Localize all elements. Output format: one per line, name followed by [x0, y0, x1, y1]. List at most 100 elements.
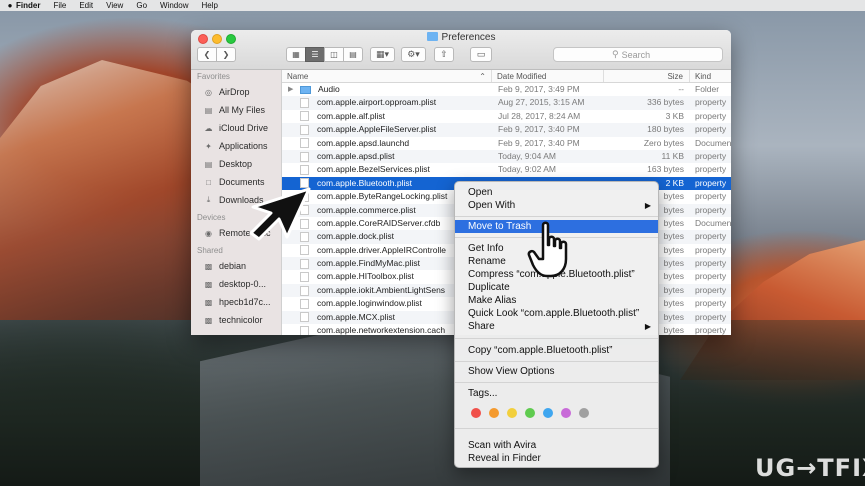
arrange-button[interactable]: ▦▾	[370, 47, 395, 62]
menu-finder[interactable]: Finder	[16, 1, 40, 10]
menu-window[interactable]: Window	[160, 1, 188, 10]
file-icon	[300, 165, 309, 176]
file-date: Feb 9, 2017, 3:40 PM	[498, 137, 580, 148]
icon-view-button[interactable]: ▦	[286, 47, 306, 62]
action-button[interactable]: ⚙▾	[401, 47, 426, 62]
column-view-button[interactable]: ◫	[324, 47, 344, 62]
file-icon	[300, 124, 309, 135]
cover-flow-icon: ▤	[349, 50, 357, 59]
file-name: com.apple.apsd.plist	[317, 150, 395, 161]
sidebar-item-all-my-files[interactable]: ▤ All My Files	[191, 101, 281, 119]
apple-menu-icon[interactable]: ●	[4, 1, 16, 10]
file-icon	[300, 111, 309, 122]
computer-icon: ▩	[204, 261, 213, 271]
file-size: 11 KB	[661, 150, 684, 161]
menu-item-share[interactable]: Share ▶	[455, 320, 658, 333]
table-row[interactable]: com.apple.alf.plist Jul 28, 2017, 8:24 AM…	[282, 110, 731, 123]
documents-icon: □	[206, 177, 211, 187]
column-header-row: Name ⌃ Date Modified Size Kind	[282, 70, 731, 83]
tags-button[interactable]: ▭	[470, 47, 492, 62]
file-name: com.apple.ByteRangeLocking.plist	[317, 191, 448, 202]
table-row[interactable]: com.apple.apsd.launchd Feb 9, 2017, 3:40 …	[282, 137, 731, 150]
sidebar-item-label: iCloud Drive	[219, 123, 269, 133]
menu-item-open-with[interactable]: Open With ▶	[455, 199, 658, 212]
hand-cursor-icon	[527, 221, 568, 278]
tag-color-dot[interactable]	[561, 408, 571, 418]
back-button[interactable]: ❮	[197, 47, 217, 62]
menu-item-reveal-in-finder[interactable]: Reveal in Finder	[455, 452, 658, 465]
chevron-left-icon: ❮	[203, 50, 211, 59]
table-row[interactable]: ▶ Audio Feb 9, 2017, 3:49 PM -- Folder	[282, 83, 731, 96]
menu-item-open[interactable]: Open	[455, 186, 658, 199]
menu-go[interactable]: Go	[136, 1, 147, 10]
menu-item-tags[interactable]: Tags...	[455, 387, 658, 400]
menu-edit[interactable]: Edit	[79, 1, 93, 10]
tag-color-dots	[471, 408, 597, 418]
file-size: 336 bytes	[647, 97, 684, 108]
all-files-icon: ▤	[204, 105, 213, 115]
file-date: Aug 27, 2015, 3:15 AM	[498, 97, 585, 108]
tag-color-dot[interactable]	[471, 408, 481, 418]
menu-view[interactable]: View	[106, 1, 123, 10]
file-icon	[300, 272, 309, 283]
airdrop-icon: ◎	[205, 87, 212, 97]
sidebar-item-debian[interactable]: ▩ debian	[191, 257, 281, 275]
column-header-size[interactable]: Size	[604, 70, 690, 82]
disclosure-triangle-icon[interactable]: ▶	[288, 83, 293, 96]
column-header-name[interactable]: Name ⌃	[282, 70, 492, 82]
list-view-button[interactable]: ☰	[305, 47, 325, 62]
tag-color-dot[interactable]	[489, 408, 499, 418]
menu-file[interactable]: File	[53, 1, 66, 10]
file-name: com.apple.HIToolbox.plist	[317, 271, 414, 282]
menu-item-make-alias[interactable]: Make Alias	[455, 294, 658, 307]
file-name-cell: com.apple.BezelServices.plist	[282, 163, 492, 176]
file-kind: property	[695, 150, 727, 161]
tag-color-dot[interactable]	[543, 408, 553, 418]
tag-color-dot[interactable]	[579, 408, 589, 418]
menu-separator	[455, 382, 658, 383]
list-icon: ☰	[311, 50, 319, 59]
table-row[interactable]: com.apple.airport.opproam.plist Aug 27, 2…	[282, 96, 731, 110]
table-row[interactable]: com.apple.apsd.plist Today, 9:04 AM 11 KB p…	[282, 149, 731, 164]
sidebar-item-desktop[interactable]: ▤ Desktop	[191, 155, 281, 173]
tag-color-dot[interactable]	[507, 408, 517, 418]
search-placeholder: Search	[621, 49, 651, 60]
sidebar-item-label: debian	[219, 261, 247, 271]
file-name-cell: com.apple.airport.opproam.plist	[282, 96, 492, 109]
menu-item-share-label: Share	[468, 321, 495, 332]
share-button[interactable]: ⇧	[434, 47, 454, 62]
tag-color-dot[interactable]	[525, 408, 535, 418]
file-size: 3 KB	[665, 110, 684, 121]
table-row[interactable]: com.apple.BezelServices.plist Today, 9:02…	[282, 163, 731, 176]
menu-item-duplicate[interactable]: Duplicate	[455, 281, 658, 294]
menu-help[interactable]: Help	[201, 1, 217, 10]
file-kind: property	[695, 311, 727, 322]
file-icon	[300, 151, 309, 162]
column-header-date[interactable]: Date Modified	[492, 70, 604, 82]
sidebar-item-technicolor[interactable]: ▩ technicolor	[191, 311, 281, 329]
menu-item-open-with-label: Open With	[468, 200, 516, 211]
column-header-kind[interactable]: Kind	[690, 70, 731, 82]
menu-separator	[455, 338, 658, 339]
computer-icon: ▩	[204, 279, 213, 289]
menu-item-quick-look[interactable]: Quick Look “com.apple.Bluetooth.plist”	[455, 307, 658, 320]
menu-item-copy[interactable]: Copy “com.apple.Bluetooth.plist”	[455, 344, 658, 357]
sidebar-item-hpecb1d7c[interactable]: ▩ hpecb1d7c...	[191, 293, 281, 311]
menu-separator	[455, 428, 658, 429]
file-kind: Folder	[695, 84, 720, 94]
sidebar-item-icloud-drive[interactable]: ☁ iCloud Drive	[191, 119, 281, 137]
cover-flow-button[interactable]: ▤	[343, 47, 363, 62]
menu-item-scan-with-avira[interactable]: Scan with Avira	[455, 439, 658, 452]
sidebar-item-desktop-0[interactable]: ▩ desktop-0...	[191, 275, 281, 293]
search-input[interactable]: ⚲ Search	[553, 47, 723, 62]
file-date: Today, 9:02 AM	[498, 164, 556, 175]
sidebar-item-airdrop[interactable]: ◎ AirDrop	[191, 83, 281, 101]
search-icon: ⚲	[612, 49, 619, 59]
file-name: com.apple.MCX.plist	[317, 311, 395, 322]
nav-buttons: ❮ ❯	[197, 47, 236, 62]
file-name-cell: com.apple.apsd.plist	[282, 150, 492, 163]
forward-button[interactable]: ❯	[216, 47, 236, 62]
sidebar-item-applications[interactable]: ✦ Applications	[191, 137, 281, 155]
menu-item-show-view-options[interactable]: Show View Options	[455, 365, 658, 378]
table-row[interactable]: com.apple.AppleFileServer.plist Feb 9, 20…	[282, 123, 731, 137]
